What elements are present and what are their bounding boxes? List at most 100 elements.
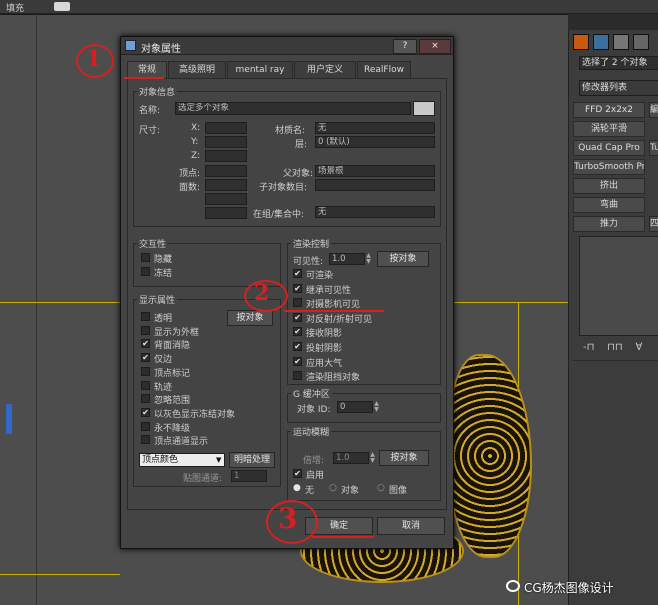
display-option-label: 背面消隐 — [154, 341, 191, 352]
render-option-checkbox[interactable]: ✔ — [293, 312, 302, 322]
display-option-label: 透明 — [154, 314, 173, 324]
main-toolbar: 填充 — [0, 0, 658, 14]
mesh-sphere-object[interactable] — [448, 354, 532, 558]
object-id-spinner-icon[interactable]: ▲ ▼ — [373, 401, 380, 413]
dimension-y-field — [205, 136, 247, 148]
name-label: 名称: — [139, 106, 161, 116]
display-option-label: 轨迹 — [154, 382, 173, 393]
shading-button[interactable]: 明暗处理 — [229, 452, 275, 468]
display-option-checkbox[interactable]: ✔ — [141, 353, 150, 363]
tab-user-defined[interactable]: 用户定义 — [294, 61, 356, 79]
modifier-button-quadcap[interactable]: Quad Cap Pro — [573, 140, 645, 156]
motion-blur-legend: 运动模糊 — [291, 425, 332, 438]
radio-object-icon[interactable]: ○ — [329, 483, 337, 493]
visibility-spinner-icon[interactable]: ▲ ▼ — [365, 253, 372, 265]
display-properties-legend: 显示属性 — [137, 293, 178, 306]
display-option-checkbox[interactable] — [141, 380, 150, 390]
annotation-number-2: 2 — [254, 280, 270, 306]
modifier-button-push[interactable]: 推力 — [573, 216, 645, 232]
modifier-list-dropdown[interactable]: 修改器列表 — [579, 80, 658, 96]
render-control-legend: 渲染控制 — [291, 237, 332, 250]
viewport-safe-frame — [0, 302, 120, 303]
annotation-underline-3 — [312, 536, 374, 538]
viewport-safe-frame-right — [454, 302, 568, 303]
render-option-checkbox[interactable]: ✔ — [293, 283, 302, 293]
modify-tab-icon[interactable] — [593, 34, 609, 50]
create-tab-icon[interactable] — [573, 34, 589, 50]
render-option-checkbox[interactable]: ✔ — [293, 269, 302, 278]
selection-name-field[interactable]: 选择了 2 个对象 — [579, 56, 658, 70]
name-field[interactable]: 选定多个对象 — [175, 102, 411, 115]
display-option-checkbox[interactable] — [141, 435, 150, 445]
annotation-underline-1 — [124, 77, 164, 79]
enable-checkbox[interactable]: ✔ — [293, 469, 302, 478]
modifier-button-turbosmoothpro[interactable]: TurboSmooth Pro — [573, 159, 645, 175]
radio-image-icon[interactable]: ○ — [377, 483, 385, 493]
vertex-color-select[interactable]: 顶点颜色 — [139, 453, 225, 467]
display-option-checkbox[interactable] — [141, 421, 150, 431]
render-option-checkbox[interactable] — [293, 371, 302, 381]
tab-realflow[interactable]: RealFlow — [357, 61, 411, 79]
display-option-checkbox[interactable]: ✔ — [141, 407, 150, 417]
radio-none-icon[interactable]: ● — [293, 483, 301, 493]
radio-object-label: 对象 — [341, 486, 360, 496]
display-option-checkbox[interactable] — [141, 394, 150, 404]
layer-label: 层: — [295, 140, 308, 150]
modifier-button-bend[interactable]: 弯曲 — [573, 197, 645, 213]
object-id-field[interactable]: 0 — [337, 401, 373, 413]
render-option-checkbox[interactable]: ✔ — [293, 342, 302, 351]
modifier-stack-controls[interactable]: -⊓ ⊓⊓ ∀ — [583, 342, 658, 356]
display-by-object-button[interactable]: 按对象 — [227, 310, 273, 326]
render-option-checkbox[interactable] — [293, 298, 302, 308]
wechat-logo-icon — [506, 580, 520, 592]
modifier-button-ffd[interactable]: FFD 2x2x2 — [573, 102, 645, 118]
display-option-checkbox[interactable] — [141, 312, 150, 321]
command-panel-tabs — [573, 34, 657, 50]
object-info-legend: 对象信息 — [137, 85, 178, 98]
toolbar-dropdown-icon[interactable] — [54, 2, 70, 11]
freeze-checkbox[interactable] — [141, 267, 150, 276]
display-option-checkbox[interactable] — [141, 325, 150, 335]
vertices-field — [205, 165, 247, 177]
y-label: Y: — [191, 137, 199, 147]
modifier-button-partial-2[interactable]: Tu — [649, 140, 658, 156]
extra-field-1 — [205, 193, 247, 205]
modifier-stack-list[interactable] — [579, 236, 658, 336]
parent-label: 父对象: — [283, 169, 314, 179]
hide-checkbox[interactable] — [141, 253, 150, 262]
in-group-label: 在组/集合中: — [253, 210, 305, 220]
render-option-label: 对反射/折射可见 — [306, 314, 373, 325]
help-button[interactable]: ? — [393, 39, 417, 54]
close-button[interactable]: × — [419, 39, 451, 54]
render-option-checkbox[interactable]: ✔ — [293, 327, 302, 337]
modifier-button-extrude[interactable]: 挤出 — [573, 178, 645, 194]
z-label: Z: — [191, 151, 201, 161]
annotation-underline-2 — [284, 310, 384, 312]
visibility-field[interactable]: 1.0 — [329, 253, 365, 265]
display-option-checkbox[interactable]: ✔ — [141, 339, 150, 349]
object-color-swatch[interactable] — [413, 101, 435, 116]
motion-tab-icon[interactable] — [633, 34, 649, 50]
render-option-label: 可渲染 — [306, 271, 334, 281]
app-icon — [125, 40, 136, 51]
radio-none-label: 无 — [305, 486, 315, 496]
render-option-checkbox[interactable]: ✔ — [293, 356, 302, 366]
display-option-checkbox[interactable] — [141, 366, 150, 376]
tab-mental-ray[interactable]: mental ray — [227, 61, 293, 79]
cancel-button[interactable]: 取消 — [377, 517, 445, 535]
interactivity-legend: 交互性 — [137, 237, 169, 250]
modifier-button-turbosmooth-cn[interactable]: 涡轮平滑 — [573, 121, 645, 137]
dialog-title: 对象属性 — [141, 44, 181, 55]
render-by-object-button[interactable]: 按对象 — [377, 251, 429, 267]
radio-image-label: 图像 — [389, 486, 408, 496]
modifier-button-partial-3[interactable]: 四 — [649, 216, 658, 232]
dialog-titlebar[interactable]: 对象属性 ? × — [121, 37, 453, 55]
layer-field: 0 (默认) — [315, 136, 435, 148]
toolbar-fill-label[interactable]: 填充 — [6, 1, 24, 14]
render-option-label: 对摄影机可见 — [306, 300, 361, 311]
modifier-button-partial-1[interactable]: 編 — [649, 102, 658, 118]
motion-blur-by-object-button[interactable]: 按对象 — [379, 450, 429, 466]
gizmo-axis-icon — [6, 404, 12, 434]
hierarchy-tab-icon[interactable] — [613, 34, 629, 50]
tab-advanced-lighting[interactable]: 高级照明 — [168, 61, 226, 79]
